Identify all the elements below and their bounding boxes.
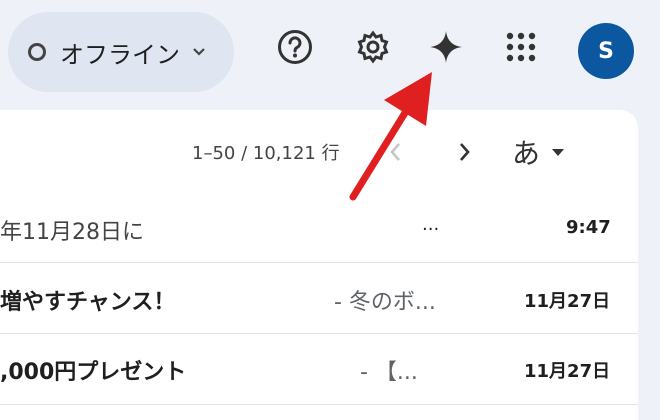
annotation-arrow	[349, 72, 432, 201]
